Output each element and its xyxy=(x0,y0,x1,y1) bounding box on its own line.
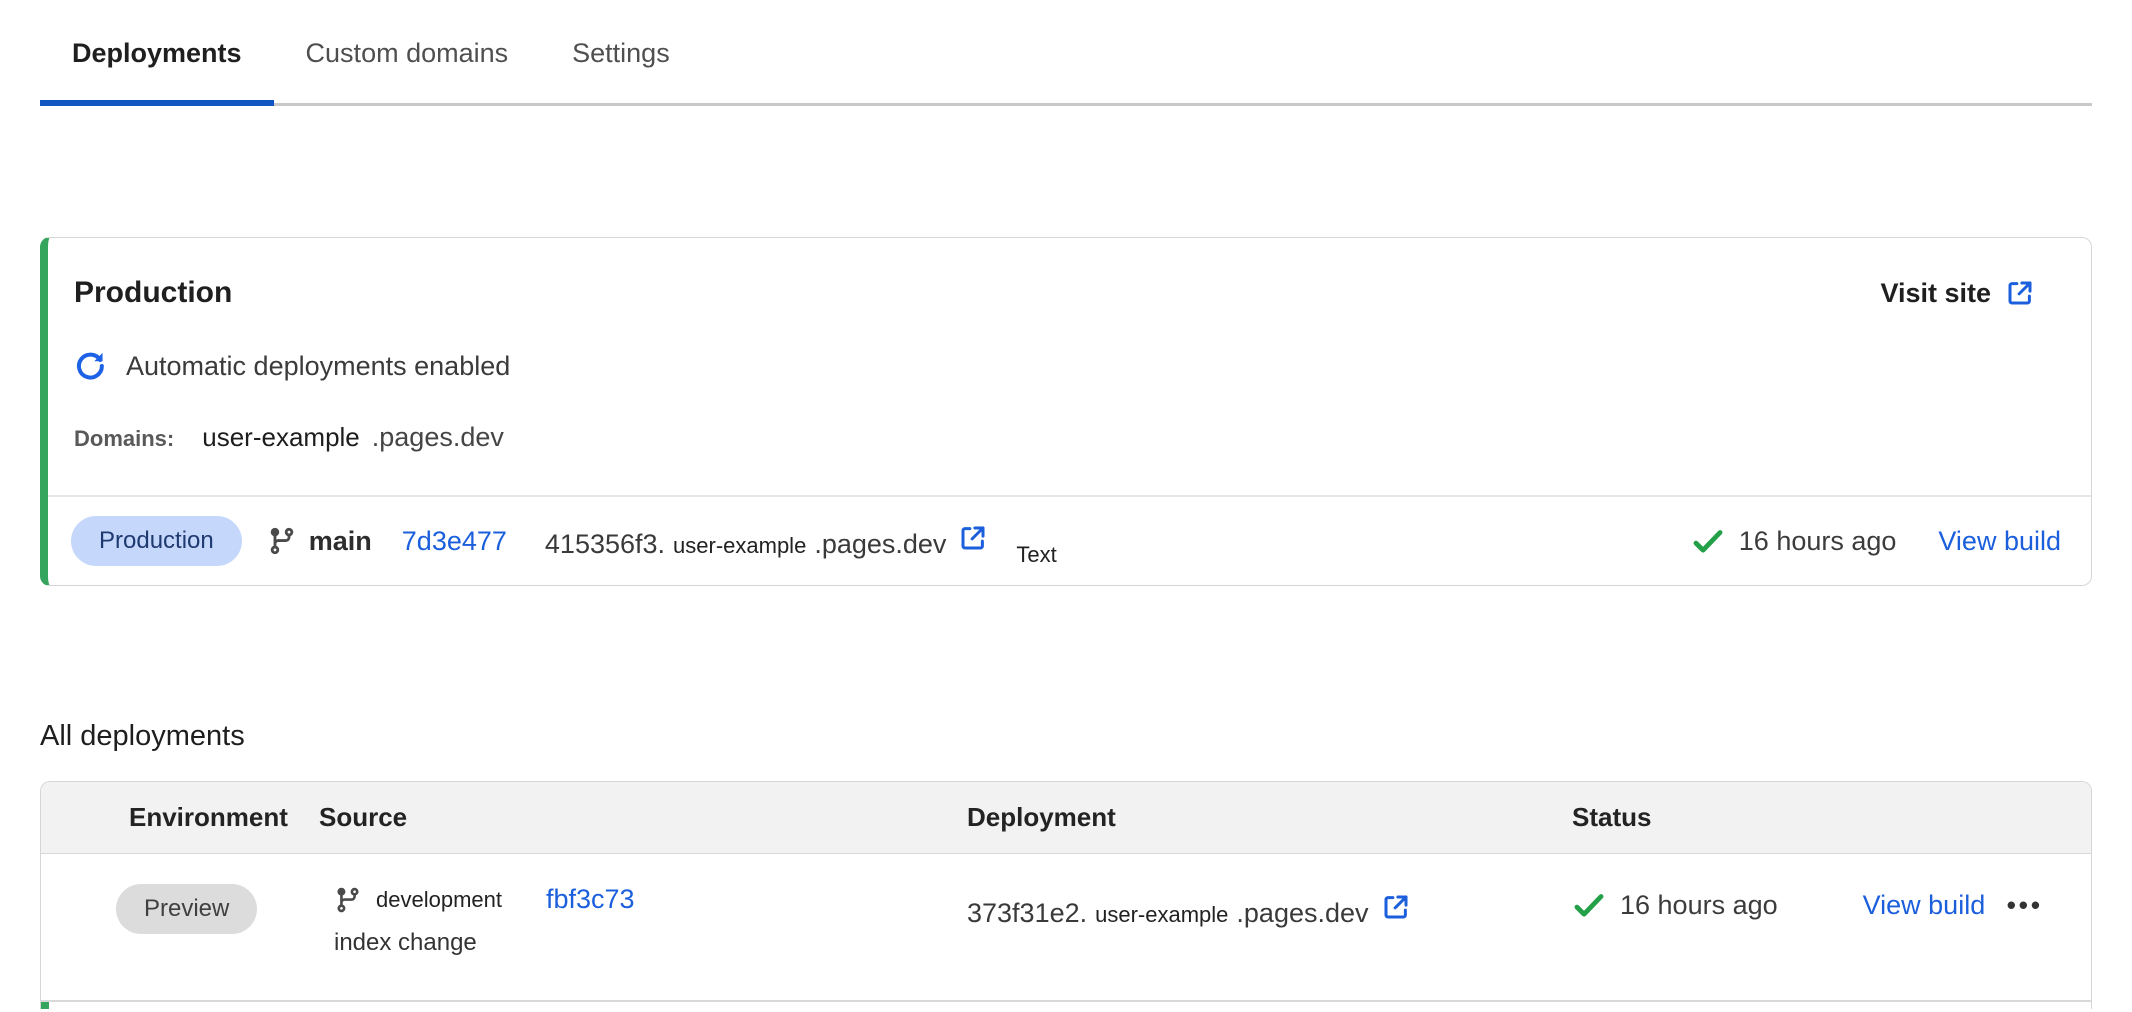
tab-bar: Deployments Custom domains Settings xyxy=(0,0,2132,106)
column-header-source: Source xyxy=(319,802,967,833)
tab-settings[interactable]: Settings xyxy=(540,0,702,106)
deployments-table-header: Environment Source Deployment Status xyxy=(41,782,2091,854)
tab-deployments[interactable]: Deployments xyxy=(40,0,274,106)
deployment-table-row: Preview development fbf3c73 index change… xyxy=(41,854,2091,1002)
success-check-icon xyxy=(1691,524,1725,558)
external-link-icon xyxy=(2005,278,2035,308)
external-link-icon xyxy=(1381,892,1411,922)
deployment-url-name: user-example xyxy=(673,533,806,559)
deployment-url-suffix: .pages.dev xyxy=(814,529,946,560)
deployment-note: Text xyxy=(1016,542,1056,568)
deployment-url-link[interactable]: 415356f3. user-example .pages.dev xyxy=(545,523,989,560)
deployment-time: 16 hours ago xyxy=(1620,890,1778,921)
domain-suffix: .pages.dev xyxy=(372,422,504,453)
domain-name: user-example xyxy=(202,422,360,453)
deployment-url-subdomain: 415356f3. xyxy=(545,529,665,560)
all-deployments-title: All deployments xyxy=(40,720,2132,753)
automatic-deployments-text: Automatic deployments enabled xyxy=(126,351,510,382)
view-build-link[interactable]: View build xyxy=(1938,526,2061,557)
visit-site-label: Visit site xyxy=(1880,278,1991,309)
deployment-time: 16 hours ago xyxy=(1739,526,1897,557)
view-build-link[interactable]: View build xyxy=(1863,890,1986,921)
refresh-icon xyxy=(74,350,106,382)
success-check-icon xyxy=(1572,888,1606,922)
git-branch-icon xyxy=(267,526,297,556)
commit-message: index change xyxy=(334,929,967,957)
deployments-table: Environment Source Deployment Status Pre… xyxy=(40,781,2092,1009)
external-link-icon xyxy=(958,523,988,553)
visit-site-link[interactable]: Visit site xyxy=(1880,278,2035,309)
deployment-url-name: user-example xyxy=(1095,902,1228,928)
environment-badge-production: Production xyxy=(71,516,242,566)
production-card-title: Production xyxy=(74,276,232,310)
column-header-deployment: Deployment xyxy=(967,802,1572,833)
branch-name: development xyxy=(376,887,502,913)
deployment-url-suffix: .pages.dev xyxy=(1236,898,1368,929)
next-row-production-indicator xyxy=(41,1002,49,1009)
tab-custom-domains[interactable]: Custom domains xyxy=(274,0,541,106)
deployment-url-link[interactable]: 373f31e2. user-example .pages.dev xyxy=(967,892,1411,929)
environment-badge-preview: Preview xyxy=(116,884,257,934)
column-header-status: Status xyxy=(1572,802,2091,833)
commit-hash-link[interactable]: fbf3c73 xyxy=(546,884,635,915)
column-header-environment: Environment xyxy=(129,802,319,833)
commit-hash-link[interactable]: 7d3e477 xyxy=(402,526,507,557)
production-card: Production Visit site Automa xyxy=(40,237,2092,586)
row-menu-ellipsis-icon[interactable]: ••• xyxy=(2007,890,2043,921)
domains-label: Domains: xyxy=(74,426,174,452)
git-branch-icon xyxy=(334,886,362,914)
deployment-url-subdomain: 373f31e2. xyxy=(967,898,1087,929)
production-deployment-row: Production main 7d3e477 415356f3. user-e… xyxy=(48,495,2091,585)
branch-name: main xyxy=(309,526,372,557)
